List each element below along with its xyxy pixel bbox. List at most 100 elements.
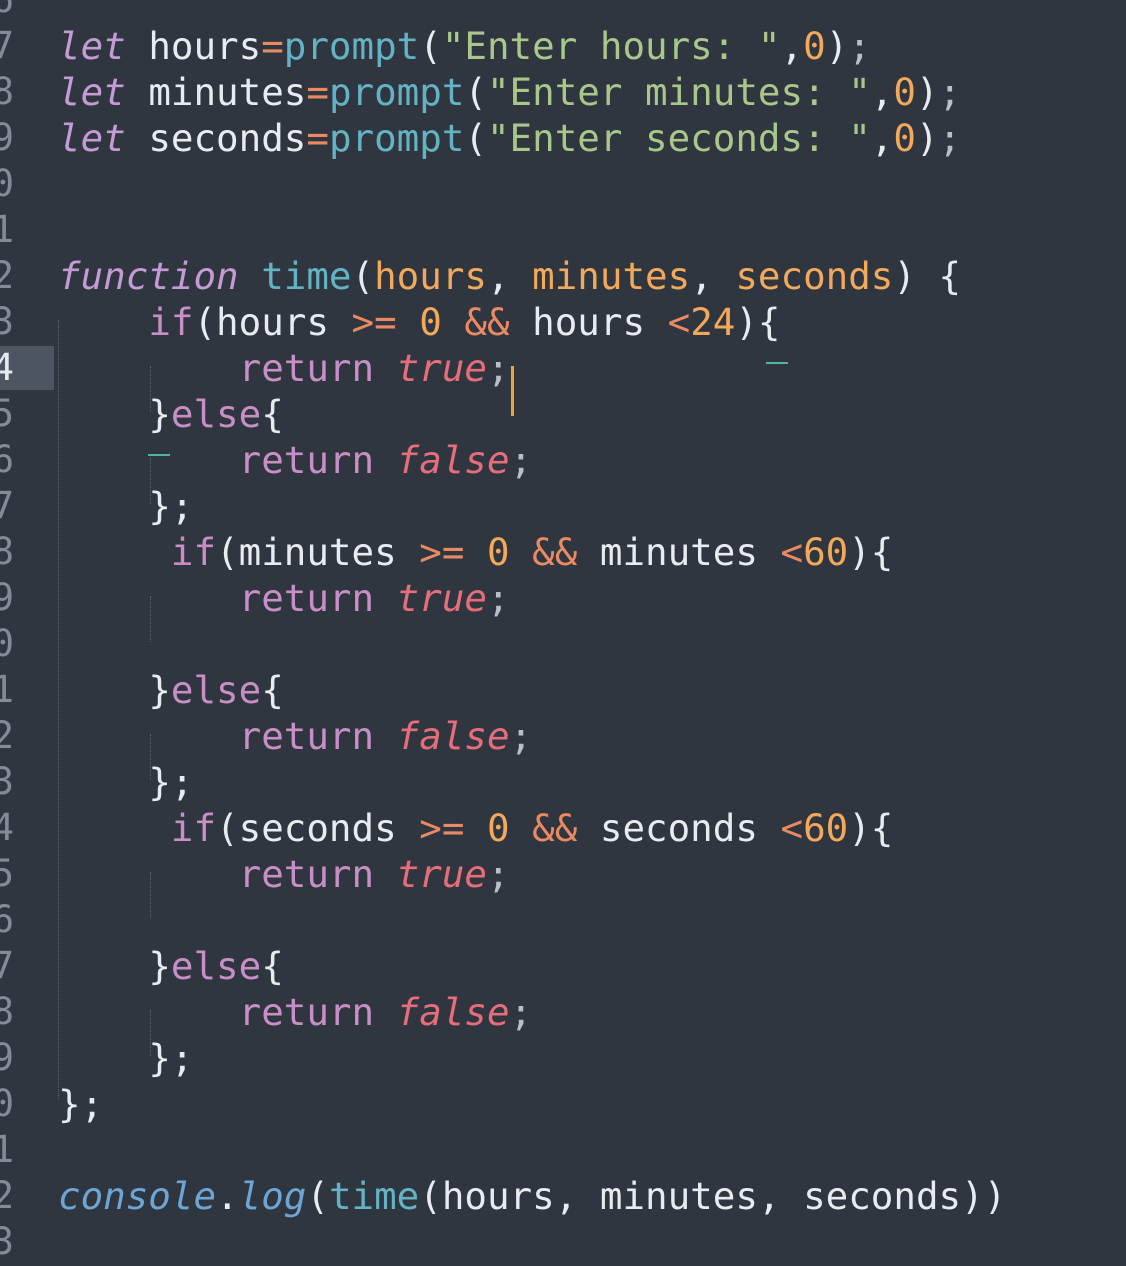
code-line[interactable]: 0}; <box>0 1081 1126 1127</box>
code-text[interactable]: return true; <box>58 345 510 391</box>
code-line[interactable]: 4 if(seconds >= 0 && seconds <60){ <box>0 805 1126 851</box>
code-token: hours <box>374 254 487 298</box>
code-line[interactable]: 9 return true; <box>0 575 1126 621</box>
code-token: return <box>238 346 375 390</box>
code-line[interactable]: 7 let hours=prompt("Enter hours: ",0); <box>0 23 1126 69</box>
code-text[interactable]: return false; <box>58 437 533 483</box>
code-token: ; <box>938 116 962 160</box>
code-text[interactable]: }else{ <box>58 667 283 713</box>
code-token: hours <box>148 24 262 68</box>
code-text[interactable]: if(minutes >= 0 && minutes <60){ <box>58 529 894 575</box>
code-text[interactable]: }else{ <box>58 943 283 989</box>
code-token: < <box>667 300 691 344</box>
line-number: 9 <box>0 1036 14 1079</box>
code-token: hours <box>216 300 329 344</box>
code-text[interactable]: return false; <box>58 713 533 759</box>
line-number: 3 <box>0 760 14 803</box>
code-line[interactable]: 2 return false; <box>0 713 1126 759</box>
code-text[interactable]: if(hours >= 0 && hours <24){ <box>58 299 780 345</box>
code-token: minutes <box>532 254 691 298</box>
code-line[interactable]: 7 }else{ <box>0 943 1126 989</box>
code-line[interactable]: 5 return true; <box>0 851 1126 897</box>
code-token: 0 <box>803 24 826 68</box>
code-line[interactable]: 7 }; <box>0 483 1126 529</box>
code-line[interactable]: 8 let minutes=prompt("Enter minutes: ",0)… <box>0 69 1126 115</box>
code-line[interactable]: 5 }else{ <box>0 391 1126 437</box>
line-number: 5 <box>0 852 14 895</box>
code-token: function <box>58 254 239 298</box>
code-line[interactable]: 4 return true; <box>0 345 1126 391</box>
code-line[interactable]: 0 <box>0 621 1126 667</box>
code-text[interactable]: return true; <box>58 851 510 897</box>
code-line[interactable]: 3 <box>0 1219 1126 1265</box>
code-line[interactable]: 1 }else{ <box>0 667 1126 713</box>
code-token: seconds <box>599 806 758 850</box>
code-line[interactable]: 8 if(minutes >= 0 && minutes <60){ <box>0 529 1126 575</box>
code-text[interactable]: console.log(time(hours, minutes, seconds… <box>58 1173 1006 1219</box>
code-line[interactable]: 9 }; <box>0 1035 1126 1081</box>
line-number: 0 <box>0 1082 14 1125</box>
code-token: ) { <box>893 254 962 298</box>
code-token: return <box>238 852 375 896</box>
code-token: ){ <box>848 530 894 574</box>
code-text[interactable]: }; <box>58 1035 193 1081</box>
code-token: "Enter seconds: " <box>486 116 871 160</box>
code-text[interactable]: if(seconds >= 0 && seconds <60){ <box>58 805 894 851</box>
code-line[interactable]: 1 <box>0 1127 1126 1173</box>
code-token: else <box>170 668 262 712</box>
code-line[interactable]: 6 <box>0 0 1126 23</box>
code-text[interactable]: }; <box>58 1081 103 1127</box>
code-line[interactable]: 9 let seconds=prompt("Enter seconds: ",0)… <box>0 115 1126 161</box>
code-line[interactable]: 6 <box>0 897 1126 943</box>
code-text[interactable]: let hours=prompt("Enter hours: ",0); <box>58 23 871 69</box>
code-text[interactable]: }else{ <box>58 391 283 437</box>
code-token: let <box>58 70 126 114</box>
code-line[interactable]: 2 function time(hours, minutes, seconds) … <box>0 253 1126 299</box>
text-caret <box>511 366 514 416</box>
code-line[interactable]: 1 <box>0 207 1126 253</box>
code-line[interactable]: 0 <box>0 161 1126 207</box>
code-token: ) <box>825 24 849 68</box>
code-token: ; <box>486 852 510 896</box>
code-token: console <box>58 1174 217 1218</box>
code-token: return <box>238 714 375 758</box>
code-line[interactable]: 3 if(hours >= 0 && hours <24){ <box>0 299 1126 345</box>
line-number: 5 <box>0 392 14 435</box>
code-token: < <box>780 530 804 574</box>
indent-guide <box>150 596 151 642</box>
code-token: else <box>170 392 262 436</box>
code-line[interactable]: 6 return false; <box>0 437 1126 483</box>
code-token: true <box>396 852 487 896</box>
code-text[interactable]: function time(hours, minutes, seconds) { <box>58 253 961 299</box>
code-token: ( <box>306 1174 329 1218</box>
code-text[interactable]: }; <box>58 483 193 529</box>
line-number: 8 <box>0 530 14 573</box>
code-line[interactable]: 8 return false; <box>0 989 1126 1035</box>
line-number: 6 <box>0 438 14 481</box>
code-text[interactable]: return true; <box>58 575 510 621</box>
code-line[interactable]: 3 }; <box>0 759 1126 805</box>
code-text[interactable]: }; <box>58 759 193 805</box>
code-token: prompt <box>328 116 465 160</box>
code-text[interactable]: let seconds=prompt("Enter seconds: ",0); <box>58 115 961 161</box>
code-token: ; <box>848 24 871 68</box>
bracket-match-highlight <box>766 362 788 364</box>
code-text[interactable]: return false; <box>58 989 533 1035</box>
code-token: "Enter minutes: " <box>486 70 871 114</box>
code-line[interactable]: 2 console.log(time(hours, minutes, second… <box>0 1173 1126 1219</box>
code-token: return <box>238 576 375 620</box>
code-text[interactable]: let minutes=prompt("Enter minutes: ",0); <box>58 69 961 115</box>
code-editor[interactable]: 67let hours=prompt("Enter hours: ",0);8l… <box>0 0 1126 1266</box>
